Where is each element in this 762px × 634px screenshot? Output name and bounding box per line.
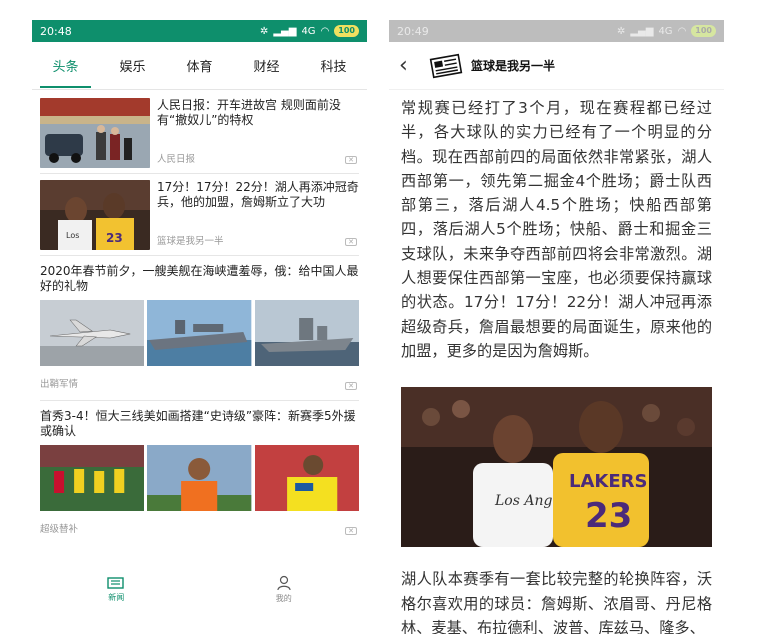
news-image xyxy=(147,300,252,366)
network-label: 4G xyxy=(658,25,673,37)
news-source: 篮球是我另一半 xyxy=(157,236,224,247)
feed-screen: 20:48 ✲ ▂▄▆ 4G ◠ 100 头条 娱乐 体育 财经 科技 人民日报… xyxy=(32,20,367,611)
news-image xyxy=(40,300,145,366)
alarm-icon: ✲ xyxy=(259,25,269,37)
nav-mine-label: 我的 xyxy=(275,593,292,603)
article-body: 常规赛已经打了3个月，现在赛程都已经过半，各大球队的实力已经有了一个明显的分档。… xyxy=(389,90,724,634)
news-item[interactable]: 2020年春节前夕，一艘美舰在海峡遭羞辱，俄：给中国人最好的礼物 出鞘军情 ✕ xyxy=(40,256,359,401)
wifi-icon: ◠ xyxy=(677,25,687,37)
news-item[interactable]: 首秀3-4！恒大三线美如画搭建“史诗级”豪阵：新赛季5外援或确认 超级替补 ✕ xyxy=(40,401,359,545)
battery-icon: 100 xyxy=(334,25,359,37)
news-image xyxy=(254,300,359,366)
alarm-icon: ✲ xyxy=(616,25,626,37)
article-image: Los Angeles LAKERS 23 xyxy=(401,387,712,548)
wifi-icon: ◠ xyxy=(320,25,330,37)
article-source-title: 篮球是我另一半 xyxy=(471,59,556,73)
status-time: 20:49 xyxy=(397,24,429,38)
news-title: 首秀3-4！恒大三线美如画搭建“史诗级”豪阵：新赛季5外援或确认 xyxy=(40,409,356,438)
article-screen: 20:49 ✲ ▂▄▆ 4G ◠ 100 ‹ 篮球是我另一半 常规赛已经打了3个… xyxy=(389,20,724,634)
jersey-right-text: LAKERS xyxy=(569,471,647,492)
article-header: ‹ 篮球是我另一半 xyxy=(389,42,724,90)
tab-finance[interactable]: 财经 xyxy=(249,46,283,85)
news-title: 2020年春节前夕，一艘美舰在海峡遭羞辱，俄：给中国人最好的礼物 xyxy=(40,264,359,293)
news-item[interactable]: 人民日报：开车进故宫 规则面前没有“撤奴儿”的特权 人民日报 ✕ xyxy=(40,92,359,174)
nav-news-label: 新闻 xyxy=(108,592,125,602)
news-title: 17分！17分！22分！湖人再添冲冠奇兵，他的加盟，詹姆斯立了大功 xyxy=(157,180,359,209)
nav-news[interactable]: 新闻 xyxy=(107,576,125,603)
news-image xyxy=(254,445,359,511)
status-bar: 20:49 ✲ ▂▄▆ 4G ◠ 100 xyxy=(389,20,724,42)
svg-text:Los: Los xyxy=(66,231,79,240)
news-image xyxy=(40,445,145,511)
signal-icon: ▂▄▆ xyxy=(630,25,654,37)
article-paragraph: 湖人队本赛季有一套比较完整的轮换阵容，沃格尔喜欢用的球员：詹姆斯、浓眉哥、丹尼格… xyxy=(401,570,712,634)
dismiss-icon[interactable]: ✕ xyxy=(345,527,357,535)
tab-sports[interactable]: 体育 xyxy=(182,46,216,85)
article-paragraph: 常规赛已经打了3个月，现在赛程都已经过半，各大球队的实力已经有了一个明显的分档。… xyxy=(401,99,712,360)
tab-entertainment[interactable]: 娱乐 xyxy=(115,46,149,85)
news-item[interactable]: Los 23 17分！17分！22分！湖人再添冲冠奇兵，他的加盟，詹姆斯立了大功… xyxy=(40,174,359,256)
bottom-nav: 新闻 我的 xyxy=(32,567,367,611)
dismiss-icon[interactable]: ✕ xyxy=(345,382,357,390)
tab-tech[interactable]: 科技 xyxy=(316,46,350,85)
person-icon xyxy=(277,575,291,590)
news-source: 人民日报 xyxy=(157,154,196,165)
news-image xyxy=(147,445,252,511)
category-tabs: 头条 娱乐 体育 财经 科技 xyxy=(32,42,367,90)
status-bar: 20:48 ✲ ▂▄▆ 4G ◠ 100 xyxy=(32,20,367,42)
signal-icon: ▂▄▆ xyxy=(273,25,297,37)
back-icon[interactable]: ‹ xyxy=(399,54,425,76)
news-thumbnail: Los 23 xyxy=(40,180,150,250)
svg-text:23: 23 xyxy=(106,231,123,245)
news-title: 人民日报：开车进故宫 规则面前没有“撤奴儿”的特权 xyxy=(157,98,341,127)
news-source: 出鞘军情 xyxy=(40,379,79,390)
jersey-number: 23 xyxy=(585,496,632,536)
status-time: 20:48 xyxy=(40,24,72,38)
newspaper-icon xyxy=(107,576,124,589)
news-thumbnail xyxy=(40,98,150,168)
news-feed: 人民日报：开车进故宫 规则面前没有“撤奴儿”的特权 人民日报 ✕ Los 23 xyxy=(32,92,367,567)
nav-mine[interactable]: 我的 xyxy=(276,575,292,604)
tab-headlines[interactable]: 头条 xyxy=(40,46,91,88)
network-label: 4G xyxy=(301,25,316,37)
battery-icon: 100 xyxy=(691,25,716,37)
dismiss-icon[interactable]: ✕ xyxy=(345,156,357,164)
news-source: 超级替补 xyxy=(40,524,79,535)
newspaper-logo-icon xyxy=(429,53,463,78)
dismiss-icon[interactable]: ✕ xyxy=(345,238,357,246)
